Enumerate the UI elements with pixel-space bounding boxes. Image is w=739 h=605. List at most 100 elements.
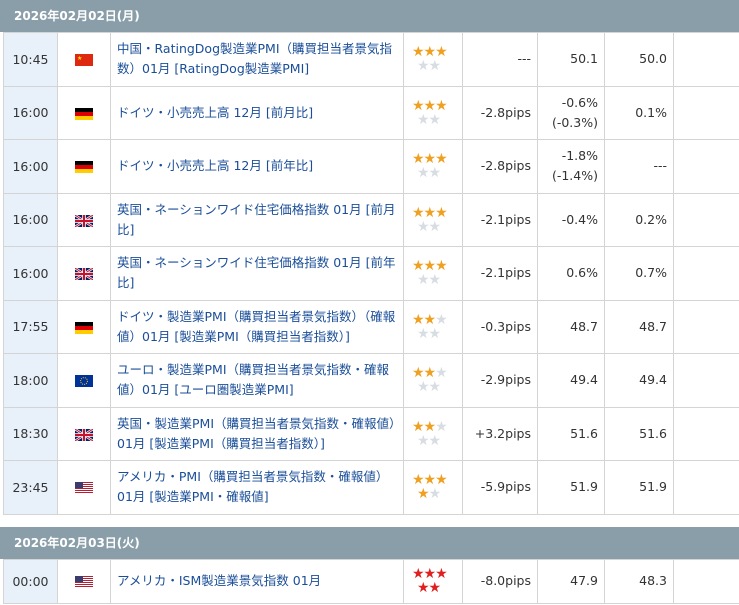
previous-value: 50.1 [537,32,605,87]
uk-flag-icon [75,214,93,227]
previous-value: -1.8% (-1.4%) [537,139,605,194]
actual-value: --- [673,246,739,301]
actual-value: --- [673,299,739,354]
country-flag [57,460,111,515]
previous-value: 48.7 [537,299,605,354]
importance-stars-icon: ★★★ ★★ [403,246,463,301]
country-flag [57,558,111,604]
previous-value: 49.4 [537,353,605,408]
impact-pips: --- [462,32,538,87]
germany-flag-icon [75,321,93,334]
event-row: 18:30 英国・製造業PMI（購買担当者景気指数・確報値）01月 [製造業PMI… [3,406,739,461]
actual-value: --- [673,139,739,194]
event-name-link[interactable]: 中国・RatingDog製造業PMI（購買担当者景気指数）01月 [Rating… [110,32,404,87]
actual-value: --- [673,353,739,408]
event-name-link[interactable]: 英国・製造業PMI（購買担当者景気指数・確報値）01月 [製造業PMI（購買担当… [110,406,404,461]
calendar: 2026年02月02日(月) 10:45 ★ 中国・RatingDog製造業PMI（購… [0,0,739,604]
actual-value: --- [673,192,739,247]
event-name-link[interactable]: 英国・ネーションワイド住宅価格指数 01月 [前月比] [110,192,404,247]
event-row: 16:00 英国・ネーションワイド住宅価格指数 01月 [前年比] ★★★ ★★ -2.… [3,246,739,301]
event-time: 17:55 [3,299,58,354]
importance-stars-icon: ★★★ ★★ [403,353,463,408]
country-flag [57,192,111,247]
impact-pips: -2.1pips [462,192,538,247]
events-table: 10:45 ★ 中国・RatingDog製造業PMI（購買担当者景気指数）01月 [… [3,32,739,515]
event-name-link[interactable]: アメリカ・ISM製造業景気指数 01月 [110,558,404,604]
event-name-link[interactable]: ユーロ・製造業PMI（購買担当者景気指数・確報値）01月 [ユーロ圏製造業PMI… [110,353,404,408]
impact-pips: -8.0pips [462,558,538,604]
previous-value: -0.6% (-0.3%) [537,85,605,140]
event-time: 16:00 [3,246,58,301]
event-row: 17:55 ドイツ・製造業PMI（購買担当者景気指数）（確報値）01月 [製造業P… [3,299,739,354]
event-row: 23:45 アメリカ・PMI（購買担当者景気指数・確報値）01月 [製造業PMI・… [3,460,739,515]
forecast-value: 49.4 [604,353,674,408]
country-flag [57,139,111,194]
eu-flag-icon [75,375,93,388]
importance-stars-icon: ★★★ ★★ [403,460,463,515]
uk-flag-icon [75,268,93,281]
impact-pips: +3.2pips [462,406,538,461]
event-time: 16:00 [3,192,58,247]
impact-pips: -2.8pips [462,85,538,140]
forecast-value: --- [604,139,674,194]
importance-stars-icon: ★★★ ★★ [403,558,463,604]
event-row: 10:45 ★ 中国・RatingDog製造業PMI（購買担当者景気指数）01月 [… [3,32,739,87]
events-table: 00:00 アメリカ・ISM製造業景気指数 01月 ★★★ ★★ -8.0pips 47.… [3,558,739,604]
day-header: 2026年02月02日(月) [0,0,739,32]
country-flag [57,353,111,408]
forecast-value: 48.3 [604,558,674,604]
country-flag [57,406,111,461]
svg-text:★: ★ [77,55,82,62]
forecast-value: 0.1% [604,85,674,140]
actual-value: --- [673,85,739,140]
event-name-link[interactable]: 英国・ネーションワイド住宅価格指数 01月 [前年比] [110,246,404,301]
event-time: 18:30 [3,406,58,461]
impact-pips: -2.9pips [462,353,538,408]
event-row: 18:00 ユーロ・製造業PMI（購買担当者景気指数・確報値）01月 [ユーロ圏製… [3,353,739,408]
usa-flag-icon [75,482,93,495]
day-separator [0,515,739,527]
event-time: 16:00 [3,139,58,194]
event-time: 10:45 [3,32,58,87]
previous-value: 47.9 [537,558,605,604]
importance-stars-icon: ★★★ ★★ [403,139,463,194]
actual-value: --- [673,32,739,87]
uk-flag-icon [75,428,93,441]
china-flag-icon: ★ [75,54,93,67]
germany-flag-icon [75,107,93,120]
event-time: 16:00 [3,85,58,140]
forecast-value: 0.2% [604,192,674,247]
event-time: 18:00 [3,353,58,408]
forecast-value: 51.6 [604,406,674,461]
forecast-value: 50.0 [604,32,674,87]
actual-value: --- [673,406,739,461]
actual-value: --- [673,460,739,515]
event-name-link[interactable]: ドイツ・小売売上高 12月 [前月比] [110,85,404,140]
impact-pips: -2.8pips [462,139,538,194]
event-row: 00:00 アメリカ・ISM製造業景気指数 01月 ★★★ ★★ -8.0pips 47.… [3,558,739,604]
previous-value: 51.6 [537,406,605,461]
country-flag [57,299,111,354]
event-row: 16:00 ドイツ・小売売上高 12月 [前年比] ★★★ ★★ -2.8pips -1.… [3,139,739,194]
event-name-link[interactable]: ドイツ・小売売上高 12月 [前年比] [110,139,404,194]
previous-value: 51.9 [537,460,605,515]
importance-stars-icon: ★★★ ★★ [403,299,463,354]
country-flag [57,246,111,301]
event-row: 16:00 英国・ネーションワイド住宅価格指数 01月 [前月比] ★★★ ★★ -2.… [3,192,739,247]
country-flag [57,85,111,140]
event-name-link[interactable]: アメリカ・PMI（購買担当者景気指数・確報値）01月 [製造業PMI・確報値] [110,460,404,515]
day-header: 2026年02月03日(火) [0,526,739,559]
impact-pips: -0.3pips [462,299,538,354]
previous-value: -0.4% [537,192,605,247]
impact-pips: -2.1pips [462,246,538,301]
event-name-link[interactable]: ドイツ・製造業PMI（購買担当者景気指数）（確報値）01月 [製造業PMI（購買… [110,299,404,354]
event-row: 16:00 ドイツ・小売売上高 12月 [前月比] ★★★ ★★ -2.8pips -0.… [3,85,739,140]
importance-stars-icon: ★★★ ★★ [403,406,463,461]
previous-value: 0.6% [537,246,605,301]
impact-pips: -5.9pips [462,460,538,515]
germany-flag-icon [75,161,93,174]
country-flag: ★ [57,32,111,87]
forecast-value: 48.7 [604,299,674,354]
event-time: 23:45 [3,460,58,515]
usa-flag-icon [75,576,93,588]
